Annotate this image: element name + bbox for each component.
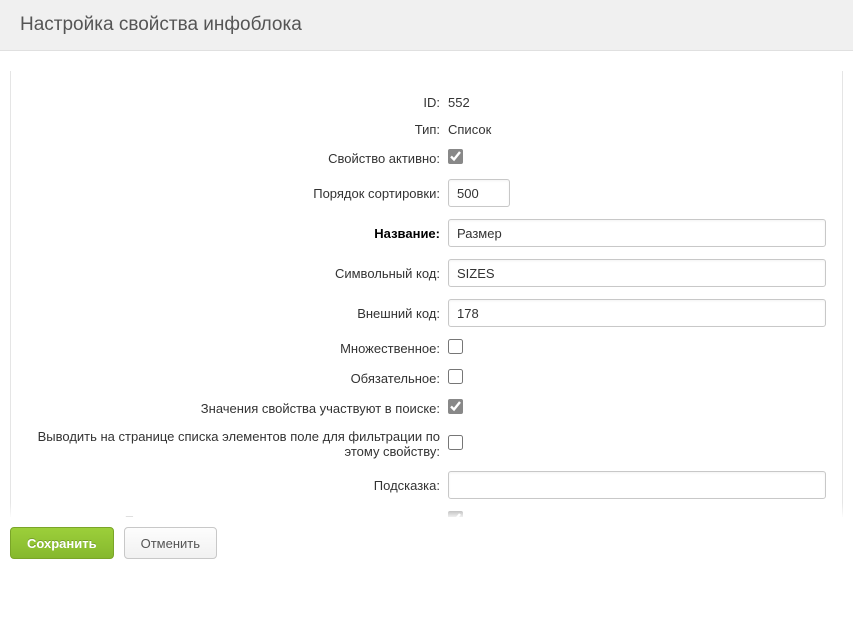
row-code: Символьный код:	[23, 253, 830, 293]
row-filter: Выводить на странице списка элементов по…	[23, 423, 830, 465]
page-title: Настройка свойства инфоблока	[20, 14, 833, 36]
type-label: Тип:	[23, 116, 444, 143]
active-checkbox[interactable]	[448, 149, 463, 164]
cancel-button[interactable]: Отменить	[124, 527, 217, 559]
required-label: Обязательное:	[23, 363, 444, 393]
searchable-label: Значения свойства участвуют в поиске:	[23, 393, 444, 423]
name-input[interactable]	[448, 219, 826, 247]
row-required: Обязательное:	[23, 363, 830, 393]
row-searchable: Значения свойства участвуют в поиске:	[23, 393, 830, 423]
save-button[interactable]: Сохранить	[10, 527, 114, 559]
sort-input[interactable]	[448, 179, 510, 207]
type-value: Список	[444, 116, 830, 143]
row-xml: Внешний код:	[23, 293, 830, 333]
row-active: Свойство активно:	[23, 143, 830, 173]
required-checkbox[interactable]	[448, 369, 463, 384]
sort-label: Порядок сортировки:	[23, 173, 444, 213]
row-id: ID: 552	[23, 89, 830, 116]
searchable-checkbox[interactable]	[448, 399, 463, 414]
xml-label: Внешний код:	[23, 293, 444, 333]
row-name: Название:	[23, 213, 830, 253]
xml-input[interactable]	[448, 299, 826, 327]
multiple-label: Множественное:	[23, 333, 444, 363]
hint-label: Подсказка:	[23, 465, 444, 505]
row-sort: Порядок сортировки:	[23, 173, 830, 213]
id-value: 552	[444, 89, 830, 116]
filter-checkbox[interactable]	[448, 435, 463, 450]
id-label: ID:	[23, 89, 444, 116]
name-label: Название:	[23, 213, 444, 253]
hint-input[interactable]	[448, 471, 826, 499]
form-container: ID: 552 Тип: Список Свойство активно: По…	[0, 51, 853, 571]
multiple-checkbox[interactable]	[448, 339, 463, 354]
code-label: Символьный код:	[23, 253, 444, 293]
footer-actions: Сохранить Отменить	[0, 517, 853, 571]
row-multiple: Множественное:	[23, 333, 830, 363]
property-form-table: ID: 552 Тип: Список Свойство активно: По…	[23, 89, 830, 571]
page-header: Настройка свойства инфоблока	[0, 0, 853, 51]
filter-label: Выводить на странице списка элементов по…	[23, 423, 444, 465]
code-input[interactable]	[448, 259, 826, 287]
row-hint: Подсказка:	[23, 465, 830, 505]
row-type: Тип: Список	[23, 116, 830, 143]
form-inner: ID: 552 Тип: Список Свойство активно: По…	[10, 71, 843, 571]
active-label: Свойство активно:	[23, 143, 444, 173]
